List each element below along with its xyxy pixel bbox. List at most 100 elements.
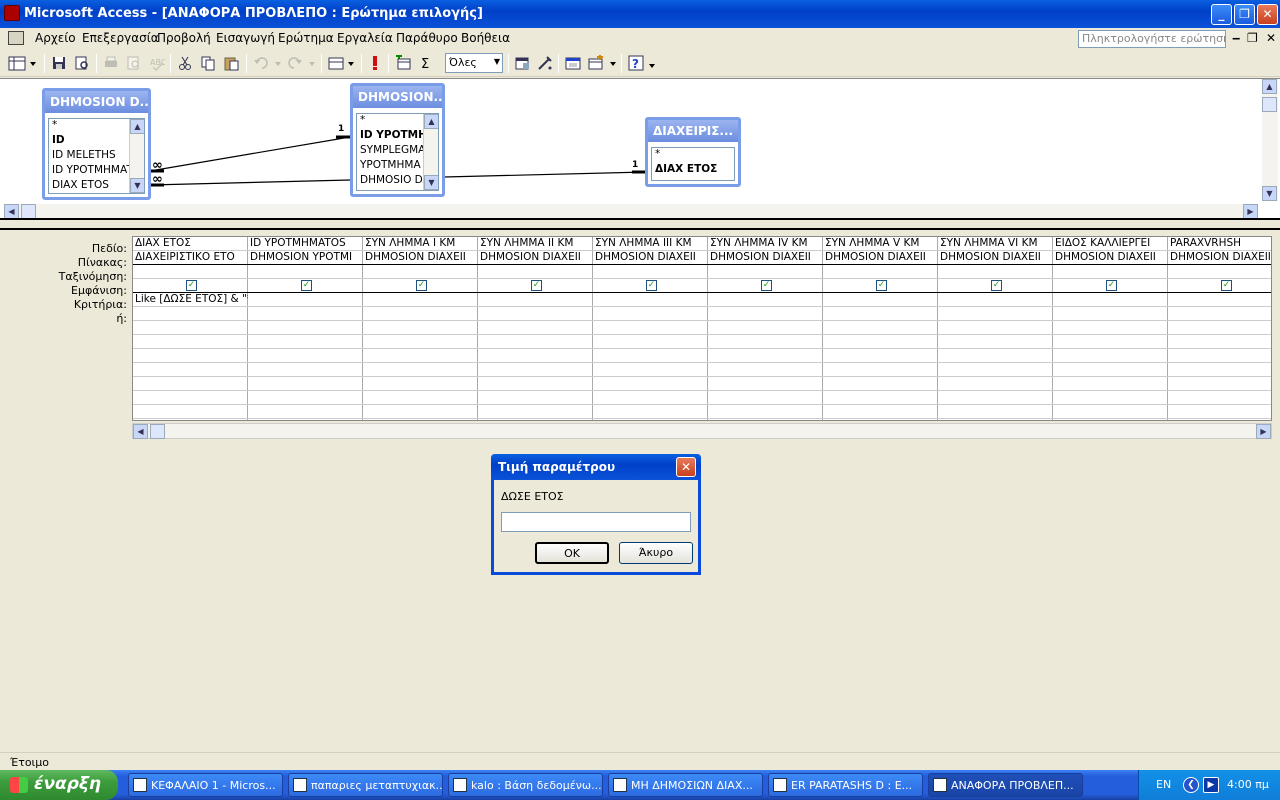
media-play-icon[interactable]: ▶ xyxy=(1203,777,1219,793)
scroll-thumb[interactable] xyxy=(1262,97,1277,112)
field-list[interactable]: * ID ID MELETHS ID YPOTMHMATO DIAX ETOS … xyxy=(48,118,145,194)
grid-show-cell[interactable]: ✓ xyxy=(248,279,363,293)
diagram-horizontal-scrollbar[interactable]: ◀ ▶ xyxy=(4,204,1258,219)
grid-or-cell[interactable] xyxy=(708,405,823,419)
show-checkbox[interactable]: ✓ xyxy=(991,280,1002,291)
grid-or-cell[interactable] xyxy=(133,321,248,335)
grid-or-cell[interactable] xyxy=(823,321,938,335)
grid-field-cell[interactable]: ΣΥΝ ΛΗΜΜΑ VI KM xyxy=(938,237,1053,251)
close-button[interactable]: ✕ xyxy=(1257,4,1278,25)
cancel-button[interactable]: Άκυρο xyxy=(619,542,693,564)
grid-or-cell[interactable] xyxy=(363,377,478,391)
grid-criteria-cell[interactable] xyxy=(823,293,938,307)
query-type-icon[interactable] xyxy=(328,55,358,71)
grid-criteria-cell[interactable] xyxy=(938,293,1053,307)
grid-or-cell[interactable] xyxy=(1168,363,1271,377)
dialog-close-button[interactable]: ✕ xyxy=(676,457,696,477)
grid-or-cell[interactable] xyxy=(248,391,363,405)
grid-show-cell[interactable]: ✓ xyxy=(1053,279,1168,293)
table-box-diaxeiristiko[interactable]: ΔΙΑΧΕΙΡΙΣ... * ΔΙΑΧ ΕΤΟΣ xyxy=(645,117,741,187)
grid-or-cell[interactable] xyxy=(823,335,938,349)
grid-or-cell[interactable] xyxy=(363,349,478,363)
grid-column[interactable]: ΣΥΝ ΛΗΜΜΑ I KM DHMOSION DIAXEII ✓ xyxy=(363,237,478,420)
doc-minimize-button[interactable]: ‒ xyxy=(1232,31,1240,45)
grid-or-cell[interactable] xyxy=(938,405,1053,419)
grid-table-cell[interactable]: DHMOSION DIAXEII xyxy=(823,251,938,265)
diagram-vertical-scrollbar[interactable]: ▲ ▼ xyxy=(1262,79,1278,201)
print-preview-icon[interactable] xyxy=(126,55,142,71)
paste-icon[interactable] xyxy=(223,55,239,71)
run-icon[interactable] xyxy=(367,55,383,71)
top-values-combo[interactable]: Όλες ▼ xyxy=(445,53,503,73)
grid-show-cell[interactable]: ✓ xyxy=(363,279,478,293)
grid-or-cell[interactable] xyxy=(363,405,478,419)
grid-criteria-cell[interactable] xyxy=(1053,293,1168,307)
grid-or-cell[interactable] xyxy=(478,391,593,405)
grid-show-cell[interactable]: ✓ xyxy=(708,279,823,293)
scroll-down-icon[interactable]: ▼ xyxy=(130,178,144,193)
print-icon[interactable] xyxy=(103,55,119,71)
grid-sort-cell[interactable] xyxy=(938,265,1053,279)
show-checkbox[interactable]: ✓ xyxy=(416,280,427,291)
grid-or-cell[interactable] xyxy=(1053,405,1168,419)
menu-edit[interactable]: Επεξεργασία xyxy=(82,31,159,45)
view-datasheet-icon[interactable] xyxy=(8,55,38,71)
doc-restore-button[interactable]: ❐ xyxy=(1247,31,1258,45)
doc-close-button[interactable]: ✕ xyxy=(1266,31,1276,45)
grid-or-cell[interactable] xyxy=(133,391,248,405)
grid-field-cell[interactable]: PARAXVRHSH xyxy=(1168,237,1271,251)
grid-table-cell[interactable]: DHMOSION DIAXEII xyxy=(363,251,478,265)
field-list[interactable]: * ID YPOTMHMA SYMPLEGMA YPOTMHMA DHMOSIO… xyxy=(356,113,439,191)
grid-criteria-cell[interactable] xyxy=(593,293,708,307)
grid-or-cell[interactable] xyxy=(1168,307,1271,321)
grid-show-cell[interactable]: ✓ xyxy=(593,279,708,293)
save-icon[interactable] xyxy=(51,55,67,71)
grid-or-cell[interactable] xyxy=(1168,335,1271,349)
menu-tools[interactable]: Εργαλεία xyxy=(337,31,393,45)
taskbar-item[interactable]: ΚΕΦΑΛΑΙΟ 1 - Micros... xyxy=(128,773,283,797)
grid-sort-cell[interactable] xyxy=(593,265,708,279)
query-design-grid[interactable]: ΔΙΑΧ ΕΤΟΣ ΔΙΑΧΕΙΡΙΣΤΙΚΟ ΕΤΟ ✓ Like [ΔΩΣΕ ΕΤ… xyxy=(132,236,1272,421)
build-icon[interactable] xyxy=(537,55,553,71)
grid-horizontal-scrollbar[interactable]: ◀ ▶ xyxy=(132,423,1272,439)
grid-table-cell[interactable]: DHMOSION DIAXEII xyxy=(1053,251,1168,265)
grid-or-cell[interactable] xyxy=(1053,391,1168,405)
menu-query[interactable]: Ερώτημα xyxy=(278,31,334,45)
grid-field-cell[interactable]: ID YPOTMHMATOS xyxy=(248,237,363,251)
minimize-button[interactable]: _ xyxy=(1211,4,1232,25)
scroll-up-icon[interactable]: ▲ xyxy=(130,119,144,134)
field-item[interactable]: ΔΙΑΧ ΕΤΟΣ xyxy=(652,163,734,178)
show-table-icon[interactable] xyxy=(395,55,411,71)
taskbar-item-active[interactable]: ΑΝΑΦΟΡΑ ΠΡΟΒΛΕΠ... xyxy=(928,773,1083,797)
field-item[interactable]: * xyxy=(652,148,734,163)
scroll-right-icon[interactable]: ▶ xyxy=(1256,424,1271,439)
grid-show-cell[interactable]: ✓ xyxy=(1168,279,1271,293)
grid-or-cell[interactable] xyxy=(478,321,593,335)
grid-field-cell[interactable]: ΔΙΑΧ ΕΤΟΣ xyxy=(133,237,248,251)
grid-or-cell[interactable] xyxy=(938,349,1053,363)
show-checkbox[interactable]: ✓ xyxy=(1106,280,1117,291)
scroll-right-icon[interactable]: ▶ xyxy=(1243,204,1258,219)
grid-or-cell[interactable] xyxy=(938,307,1053,321)
grid-or-cell[interactable] xyxy=(823,307,938,321)
grid-or-cell[interactable] xyxy=(1053,321,1168,335)
grid-or-cell[interactable] xyxy=(248,335,363,349)
table-title[interactable]: DHMOSION... xyxy=(353,86,442,108)
restore-button[interactable]: ❐ xyxy=(1234,4,1255,25)
grid-sort-cell[interactable] xyxy=(248,265,363,279)
grid-or-cell[interactable] xyxy=(248,363,363,377)
grid-column[interactable]: ID YPOTMHMATOS DHMOSION YPOTMI ✓ xyxy=(248,237,363,420)
table-box-dhmosion-diax[interactable]: DHMOSION D... * ID ID MELETHS ID YPOTMHM… xyxy=(42,88,151,200)
menu-file[interactable]: Αρχείο xyxy=(35,31,76,45)
grid-show-cell[interactable]: ✓ xyxy=(938,279,1053,293)
scroll-thumb[interactable] xyxy=(150,424,165,439)
grid-column[interactable]: ΣΥΝ ΛΗΜΜΑ III KM DHMOSION DIAXEII ✓ xyxy=(593,237,708,420)
grid-table-cell[interactable]: DHMOSION DIAXEII xyxy=(708,251,823,265)
grid-column[interactable]: ΣΥΝ ΛΗΜΜΑ VI KM DHMOSION DIAXEII ✓ xyxy=(938,237,1053,420)
grid-sort-cell[interactable] xyxy=(823,265,938,279)
grid-or-cell[interactable] xyxy=(478,349,593,363)
scroll-thumb[interactable] xyxy=(21,204,36,219)
grid-or-cell[interactable] xyxy=(593,391,708,405)
grid-or-cell[interactable] xyxy=(1168,405,1271,419)
grid-or-cell[interactable] xyxy=(1053,335,1168,349)
